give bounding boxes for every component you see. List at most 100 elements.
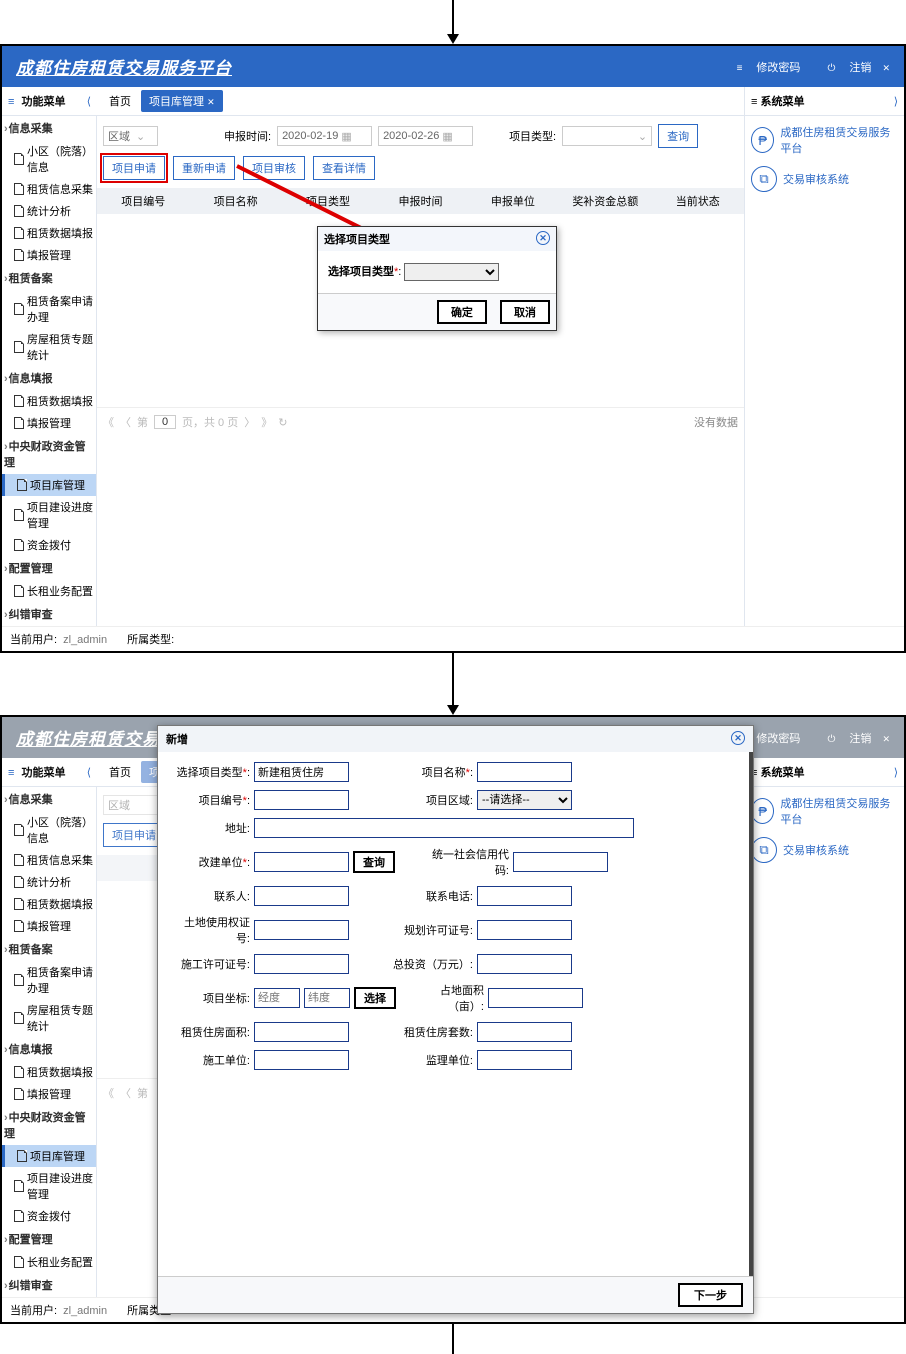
query-button[interactable]: 查询 [658,124,698,148]
date-to-input[interactable]: 2020-02-26▦ [378,126,473,146]
detail-button[interactable]: 查看详情 [313,156,375,180]
phone-input[interactable] [477,886,572,906]
dialog-cancel-button[interactable]: 取消 [500,300,550,324]
sidebar-group-info[interactable]: 信息采集 [2,116,96,140]
sysmenu-collapse-icon[interactable]: ⟩ [894,95,898,108]
sidebar-group-correct[interactable]: 纠错审查 [2,1273,96,1297]
region-select[interactable]: 区域 [103,795,158,815]
sidebar-group-record[interactable]: 租赁备案 [2,937,96,961]
sidebar-item[interactable]: 租赁备案申请办理 [2,961,96,999]
pick-coord-button[interactable]: 选择 [354,987,396,1009]
contact-input[interactable] [254,886,349,906]
sidebar-item[interactable]: 租赁数据填报 [2,893,96,915]
sidebar-item[interactable]: 项目建设进度管理 [2,496,96,534]
land-area-input[interactable] [488,988,583,1008]
sidebar-group-report[interactable]: 信息填报 [2,366,96,390]
project-region-select[interactable]: --请选择-- [477,790,572,810]
address-input[interactable] [254,818,634,838]
sidebar-item[interactable]: 房屋租赁专题统计 [2,999,96,1037]
close-icon[interactable]: ✕ [882,63,890,73]
rightpane-item-platform[interactable]: ₱ 成都住房租赁交易服务平台 [751,124,898,156]
sidebar-item[interactable]: 租赁数据填报 [2,390,96,412]
project-type-input[interactable] [254,762,349,782]
invest-input[interactable] [477,954,572,974]
sidebar-group-config[interactable]: 配置管理 [2,556,96,580]
sidebar-group-report[interactable]: 信息填报 [2,1037,96,1061]
dialog-close-icon[interactable]: ✕ [536,231,550,245]
sidebar-item[interactable]: 填报管理 [2,1083,96,1105]
sysmenu-collapse-icon[interactable]: ⟩ [894,766,898,779]
sidebar-item[interactable]: 小区（院落）信息 [2,811,96,849]
th: 当前状态 [652,193,744,209]
pager-refresh-icon[interactable]: ↻ [278,416,287,429]
sidebar-item[interactable]: 房屋租赁专题统计 [2,328,96,366]
sidebar-item[interactable]: 统计分析 [2,871,96,893]
region-select[interactable]: 区域 ⌄ [103,126,158,146]
dialog-close-icon[interactable]: ✕ [731,731,745,745]
pager-next-icon[interactable]: 〉 [244,414,255,430]
tab-project-lib[interactable]: 项目库管理 ✕ [141,90,223,112]
next-step-button[interactable]: 下一步 [678,1283,743,1307]
credit-code-input[interactable] [513,852,608,872]
pager-page-input[interactable]: 0 [154,415,176,429]
sidebar-group-fund[interactable]: 中央财政资金管理 [2,1105,96,1145]
sidebar-item[interactable]: 租赁数据填报 [2,1061,96,1083]
type-select[interactable]: ⌄ [562,126,652,146]
sidebar-item-project-lib[interactable]: 项目库管理 [2,474,96,496]
land-cert-input[interactable] [254,920,349,940]
sidebar-group-correct[interactable]: 纠错审查 [2,602,96,626]
lat-input[interactable] [304,988,350,1008]
sidebar-item[interactable]: 资金拨付 [2,534,96,556]
sidebar-group-config[interactable]: 配置管理 [2,1227,96,1251]
reapply-button[interactable]: 重新申请 [173,156,235,180]
sidebar-item[interactable]: 填报管理 [2,412,96,434]
rightpane-item-audit[interactable]: ⧉ 交易审核系统 [751,166,898,192]
sidebar-item[interactable]: 租赁备案申请办理 [2,290,96,328]
sidebar-item[interactable]: 项目建设进度管理 [2,1167,96,1205]
sidebar-item[interactable]: 资金拨付 [2,1205,96,1227]
sidebar-group-record[interactable]: 租赁备案 [2,266,96,290]
plan-permit-input[interactable] [477,920,572,940]
build-permit-input[interactable] [254,954,349,974]
rent-area-input[interactable] [254,1022,349,1042]
logout-link[interactable]: ⏻注销 [815,733,871,745]
dev-unit-input[interactable] [254,852,349,872]
lng-input[interactable] [254,988,300,1008]
project-name-input[interactable] [477,762,572,782]
date-from-input[interactable]: 2020-02-19▦ [277,126,372,146]
supervisor-input[interactable] [477,1050,572,1070]
menu-collapse-icon[interactable]: ⟨ [87,766,91,779]
sidebar-item-project-lib[interactable]: 项目库管理 [2,1145,96,1167]
menu-collapse-icon[interactable]: ⟨ [87,95,91,108]
tab-home[interactable]: 首页 [101,761,139,783]
pager-first-icon[interactable]: 《 [103,414,114,430]
sidebar-item[interactable]: 租赁信息采集 [2,849,96,871]
sidebar-item[interactable]: 填报管理 [2,915,96,937]
dialog-ok-button[interactable]: 确定 [437,300,487,324]
sidebar-item[interactable]: 统计分析 [2,200,96,222]
sidebar-group-fund[interactable]: 中央财政资金管理 [2,434,96,474]
sidebar-item[interactable]: 租赁数据填报 [2,222,96,244]
lookup-button[interactable]: 查询 [353,851,395,873]
logout-link[interactable]: ⏻注销 [815,62,871,74]
rightpane-item-platform[interactable]: ₱ 成都住房租赁交易服务平台 [751,795,898,827]
sidebar-item[interactable]: 填报管理 [2,244,96,266]
tab-home[interactable]: 首页 [101,90,139,112]
builder-input[interactable] [254,1050,349,1070]
select-type-dropdown[interactable] [404,263,499,281]
rent-units-input[interactable] [477,1022,572,1042]
sidebar-item[interactable]: 长租业务配置 [2,1251,96,1273]
pager-prev-icon[interactable]: 〈 [120,414,131,430]
sidebar-item[interactable]: 长租业务配置 [2,580,96,602]
audit-button[interactable]: 项目审核 [243,156,305,180]
pager-last-icon[interactable]: 》 [261,414,272,430]
change-password-link[interactable]: ≡修改密码 [725,62,801,74]
project-code-input[interactable] [254,790,349,810]
sidebar-item[interactable]: 小区（院落）信息 [2,140,96,178]
sidebar-item[interactable]: 租赁信息采集 [2,178,96,200]
close-icon[interactable]: ✕ [882,734,890,744]
sidebar-group-info[interactable]: 信息采集 [2,787,96,811]
apply-button[interactable]: 项目申请 [103,156,165,180]
apply-button[interactable]: 项目申请 [103,823,165,847]
rightpane-item-audit[interactable]: ⧉ 交易审核系统 [751,837,898,863]
